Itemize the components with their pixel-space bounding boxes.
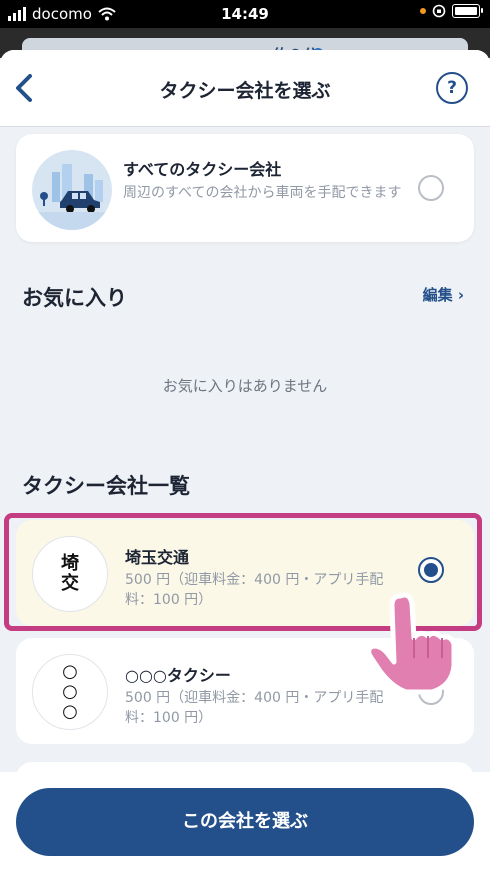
- help-button[interactable]: ?: [436, 72, 468, 104]
- company-logo-icon: ○ ○ ○: [32, 654, 108, 730]
- status-time: 14:49: [221, 5, 269, 23]
- status-right-group: [420, 4, 483, 18]
- all-companies-title: すべてのタクシー会社: [123, 160, 282, 179]
- all-companies-description: 周辺のすべての会社から車両を手配できます: [123, 185, 402, 201]
- company-list-heading: タクシー会社一覧: [22, 474, 190, 498]
- favorites-empty-message: お気に入りはありません: [162, 377, 328, 395]
- status-bar: docomo 14:49: [0, 0, 490, 28]
- mic-indicator-icon: [420, 8, 426, 14]
- sheet-header: タクシー会社を選ぶ ?: [0, 50, 490, 127]
- company-price: 500 円（迎車料金：400 円・アプリ手配料：100 円）: [125, 690, 384, 726]
- bottom-action-bar: この会社を選ぶ: [0, 772, 490, 870]
- pointing-hand-icon: [366, 592, 457, 695]
- favorites-edit-link[interactable]: 編集 ›: [423, 284, 464, 305]
- taxi-city-illustration-icon: [32, 150, 112, 230]
- all-companies-radio[interactable]: [418, 175, 444, 201]
- company-select-sheet: タクシー会社を選ぶ ? すべてのタクシー会社 周辺のすべての会社から車両を手配で…: [0, 50, 490, 870]
- favorites-heading: お気に入り: [22, 286, 127, 310]
- page-title: タクシー会社を選ぶ: [159, 80, 331, 102]
- company-name: ○○○タクシー: [125, 666, 231, 685]
- select-company-button[interactable]: この会社を選ぶ: [16, 788, 474, 856]
- all-companies-option[interactable]: すべてのタクシー会社 周辺のすべての会社から車両を手配できます: [16, 134, 474, 242]
- orientation-lock-icon: [432, 4, 446, 18]
- battery-icon: [452, 4, 483, 18]
